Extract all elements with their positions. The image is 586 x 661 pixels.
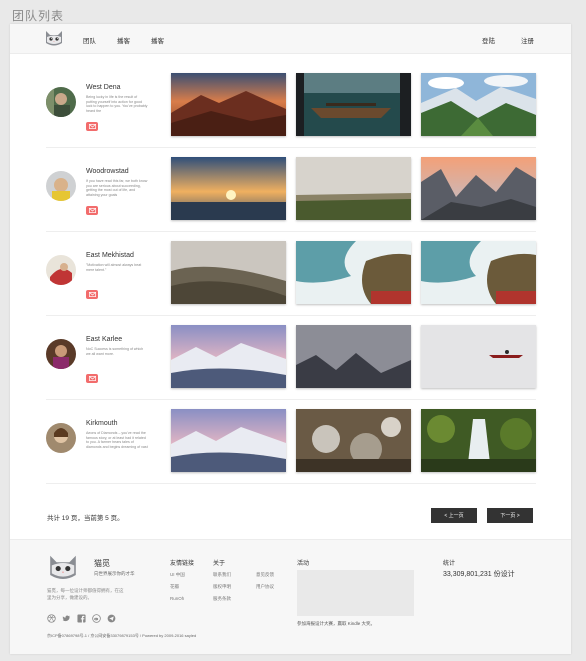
message-button[interactable] — [86, 374, 98, 383]
list-item: Kirkmouth Aeons of Diamonds – you've rea… — [46, 409, 536, 484]
pagination-info: 共计 19 页，当前第 5 页。 — [47, 515, 124, 522]
footer-link[interactable]: 版权申明 — [213, 584, 231, 590]
photo-thumbnail[interactable] — [421, 157, 536, 220]
photo-thumbnail[interactable] — [171, 409, 286, 472]
weibo-icon[interactable] — [92, 614, 101, 623]
next-page-button[interactable]: 下一页 > — [487, 508, 533, 523]
avatar[interactable] — [46, 255, 76, 285]
list-item: West Dena Being lucky in life is the res… — [46, 73, 536, 148]
photo-thumbnail[interactable] — [421, 409, 536, 472]
mail-icon — [88, 292, 96, 297]
cat-logo-icon[interactable] — [44, 29, 64, 47]
footer-description: 猫觅，每一位设计师都值得拥有，在这里为分享，做建设的。 — [47, 588, 124, 600]
nav-login[interactable]: 登陆 — [482, 35, 495, 45]
send-icon[interactable] — [107, 614, 116, 623]
facebook-icon[interactable] — [77, 614, 86, 623]
footer-link[interactable]: UI 中国 — [170, 572, 185, 578]
message-button[interactable] — [86, 122, 98, 131]
avatar[interactable] — [46, 87, 76, 117]
about-heading: 关于 — [213, 561, 226, 567]
member-name[interactable]: West Dena — [86, 84, 121, 91]
member-name[interactable]: Kirkmouth — [86, 420, 118, 427]
mail-icon — [88, 376, 96, 381]
message-button[interactable] — [86, 206, 98, 215]
activity-banner[interactable] — [297, 570, 414, 616]
photo-thumbnail[interactable] — [171, 325, 286, 388]
nav-register[interactable]: 注册 — [521, 35, 534, 45]
nav-podcast[interactable]: 播客 — [117, 35, 130, 45]
footer-link[interactable]: 花瓣 — [170, 584, 179, 590]
member-name[interactable]: Woodrowstad — [86, 168, 129, 175]
twitter-icon[interactable] — [62, 614, 71, 623]
cat-logo-icon — [50, 555, 76, 579]
list-item: East Karlee NoC Success is something of … — [46, 325, 536, 400]
photo-thumbnail[interactable] — [296, 157, 411, 220]
links-heading: 友情链接 — [170, 561, 195, 567]
avatar[interactable] — [46, 339, 76, 369]
member-bio: Being lucky in life is the result of put… — [86, 95, 148, 113]
photo-thumbnail[interactable] — [421, 325, 536, 388]
activity-heading: 活动 — [297, 561, 310, 567]
photo-thumbnail[interactable] — [296, 241, 411, 304]
photo-thumbnail[interactable] — [171, 157, 286, 220]
photo-thumbnail[interactable] — [171, 73, 286, 136]
dribbble-icon[interactable] — [47, 614, 56, 623]
nav-team[interactable]: 团队 — [83, 35, 96, 45]
list-item: Woodrowstad If you have read this far, w… — [46, 157, 536, 232]
prev-page-button[interactable]: < 上一页 — [431, 508, 477, 523]
photo-thumbnail[interactable] — [296, 73, 411, 136]
activity-caption[interactable]: 参加海报设计大赛，赢取 Kindle 大奖。 — [297, 621, 375, 627]
member-bio: "Motivation will almost always beat mere… — [86, 263, 142, 272]
member-bio: Aeons of Diamonds – you've read the famo… — [86, 431, 148, 449]
site-footer: 猫觅 向世界展示你的才华 猫觅，每一位设计师都值得拥有，在这里为分享，做建设的。… — [10, 539, 571, 654]
photo-thumbnail[interactable] — [296, 325, 411, 388]
avatar[interactable] — [46, 171, 76, 201]
avatar[interactable] — [46, 423, 76, 453]
page-heading: 团队列表 — [12, 9, 65, 23]
top-nav: 团队 播客 播客 登陆 注册 — [10, 24, 571, 54]
footer-link[interactable]: 服务条款 — [213, 596, 231, 602]
photo-thumbnail[interactable] — [421, 241, 536, 304]
footer-brand: 猫觅 — [94, 559, 110, 568]
list-item: East Mekhistad "Motivation will almost a… — [46, 241, 536, 316]
mail-icon — [88, 208, 96, 213]
member-name[interactable]: East Mekhistad — [86, 252, 134, 259]
footer-copyright: 京ICP备07869798号-1 / 京公网安备33079879153号 / P… — [47, 633, 197, 638]
footer-link[interactable]: 联系我们 — [213, 572, 231, 578]
member-bio: If you have read this far, we both know … — [86, 179, 148, 197]
stats-value: 33,309,801,231 份设计 — [443, 571, 515, 578]
nav-podcast-2[interactable]: 播客 — [151, 35, 164, 45]
photo-thumbnail[interactable] — [296, 409, 411, 472]
member-name[interactable]: East Karlee — [86, 336, 122, 343]
footer-link[interactable]: 意见反馈 — [256, 572, 274, 578]
mail-icon — [88, 124, 96, 129]
photo-thumbnail[interactable] — [171, 241, 286, 304]
stats-heading: 统计 — [443, 561, 456, 567]
message-button[interactable] — [86, 290, 98, 299]
footer-slogan: 向世界展示你的才华 — [94, 571, 135, 576]
member-bio: NoC Success is something of which we all… — [86, 347, 144, 356]
content-card: 团队 播客 播客 登陆 注册 West Dena Being lucky in … — [10, 24, 571, 654]
footer-link[interactable]: RunOh — [170, 596, 184, 601]
photo-thumbnail[interactable] — [421, 73, 536, 136]
footer-link[interactable]: 用户协议 — [256, 584, 274, 590]
